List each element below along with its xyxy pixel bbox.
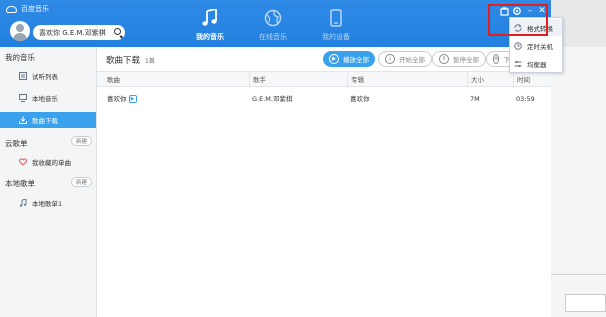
tab-my-music-label: 我的音乐 [196, 33, 224, 41]
play-icon: ▶ [329, 54, 339, 64]
start-all-label: 开始全部 [399, 56, 425, 64]
music-note-icon [19, 199, 27, 207]
play-all-label: 播放全部 [343, 56, 369, 64]
sidebar-item-song-download[interactable]: 歌曲下载 [0, 112, 96, 128]
page-title: 歌曲下载 [106, 56, 141, 66]
sidebar-item-local-music[interactable]: 本地音乐 [0, 90, 96, 106]
local-new-button[interactable]: 新建 [71, 177, 92, 187]
play-all-button[interactable]: ▶ 播放全部 [323, 51, 375, 67]
app-window: 百度音乐 我的音乐 在线音乐 我的设备 [0, 0, 551, 317]
baidu-music-logo-icon [6, 5, 17, 13]
heart-icon [19, 158, 27, 166]
col-song[interactable]: 歌曲 [104, 72, 120, 88]
cell-artist: G.E.M.邓紫棋 [252, 95, 293, 103]
col-artist[interactable]: 歌手 [249, 72, 266, 88]
globe-icon [243, 8, 303, 28]
main-panel: 歌曲下载 1首 ▶ 播放全部 ↓ 开始全部 II 暂停全部 ⚙ 下 歌曲 歌手 … [97, 47, 551, 317]
cell-album: 喜欢你 [350, 95, 370, 103]
search-input[interactable] [39, 28, 113, 37]
avatar[interactable] [10, 21, 30, 41]
sidebar-section-my-music: 我的音乐 [5, 53, 35, 62]
pause-all-button[interactable]: II 暂停全部 [432, 51, 486, 67]
table-row[interactable]: 喜欢你 ▶ G.E.M.邓紫棋 喜欢你 7M 03:59 [97, 91, 551, 107]
avatar-head [16, 24, 24, 32]
sidebar-item-label: 我收藏的单曲 [32, 159, 71, 167]
col-album[interactable]: 专辑 [347, 72, 364, 88]
cell-size: 7M [470, 95, 480, 103]
menu-item-label: 均衡器 [527, 60, 547, 69]
menu-item-timer-shutdown[interactable]: 定时关机 [510, 37, 562, 54]
sidebar-item-label: 本地歌单1 [32, 200, 63, 208]
song-count: 1首 [145, 58, 155, 65]
sidebar-section-local-list: 本地歌单 [5, 179, 35, 188]
menu-item-label: 定时关机 [527, 42, 553, 51]
tab-my-device-label: 我的设备 [322, 33, 350, 41]
avatar-body [13, 33, 27, 41]
table-header: 歌曲 歌手 专辑 大小 时间 [97, 71, 551, 88]
background-input [565, 294, 606, 312]
tab-online-music-label: 在线音乐 [259, 33, 287, 41]
app-title: 百度音乐 [6, 4, 49, 14]
music-note-icon [180, 8, 240, 28]
download-icon: ↓ [385, 54, 395, 64]
cloud-new-button[interactable]: 新建 [71, 136, 92, 146]
col-time[interactable]: 时间 [513, 72, 530, 88]
menu-item-equalizer[interactable]: 均衡器 [510, 55, 562, 72]
sidebar-item-local-list-1[interactable]: 本地歌单1 [0, 195, 96, 211]
search-box [33, 25, 125, 40]
download-icon [19, 116, 27, 124]
cell-song: 喜欢你 ▶ [104, 91, 137, 107]
sidebar-item-label: 本地音乐 [32, 95, 58, 103]
sidebar: 我的音乐 试听列表 本地音乐 歌曲下载 云歌单 新建 我收藏的单曲 本地歌单 新… [0, 47, 97, 317]
highlight-box [488, 4, 548, 36]
sidebar-item-favorites[interactable]: 我收藏的单曲 [0, 154, 96, 170]
col-size[interactable]: 大小 [467, 72, 484, 88]
phone-icon [306, 8, 366, 28]
sidebar-item-label: 歌曲下载 [32, 117, 58, 125]
list-icon [19, 72, 27, 80]
tab-my-music[interactable]: 我的音乐 [180, 8, 240, 42]
play-icon[interactable]: ▶ [128, 95, 137, 103]
cell-duration: 03:59 [516, 95, 535, 103]
divider [551, 274, 606, 275]
tab-my-device[interactable]: 我的设备 [306, 8, 366, 42]
background-window [551, 47, 606, 317]
tab-online-music[interactable]: 在线音乐 [243, 8, 303, 42]
sidebar-item-label: 试听列表 [32, 73, 58, 81]
start-all-button[interactable]: ↓ 开始全部 [378, 51, 432, 67]
monitor-icon [19, 94, 27, 102]
song-title: 喜欢你 [107, 95, 127, 103]
timer-icon [514, 41, 522, 50]
app-title-text: 百度音乐 [21, 5, 49, 13]
pause-all-label: 暂停全部 [453, 56, 479, 64]
pause-icon: II [439, 54, 449, 64]
sidebar-section-cloud: 云歌单 [5, 139, 28, 148]
sidebar-item-trial-list[interactable]: 试听列表 [0, 68, 96, 84]
equalizer-icon [514, 60, 522, 68]
header-bar: 百度音乐 我的音乐 在线音乐 我的设备 [0, 0, 551, 47]
gear-icon: ⚙ [493, 54, 500, 64]
search-icon[interactable] [114, 28, 121, 35]
